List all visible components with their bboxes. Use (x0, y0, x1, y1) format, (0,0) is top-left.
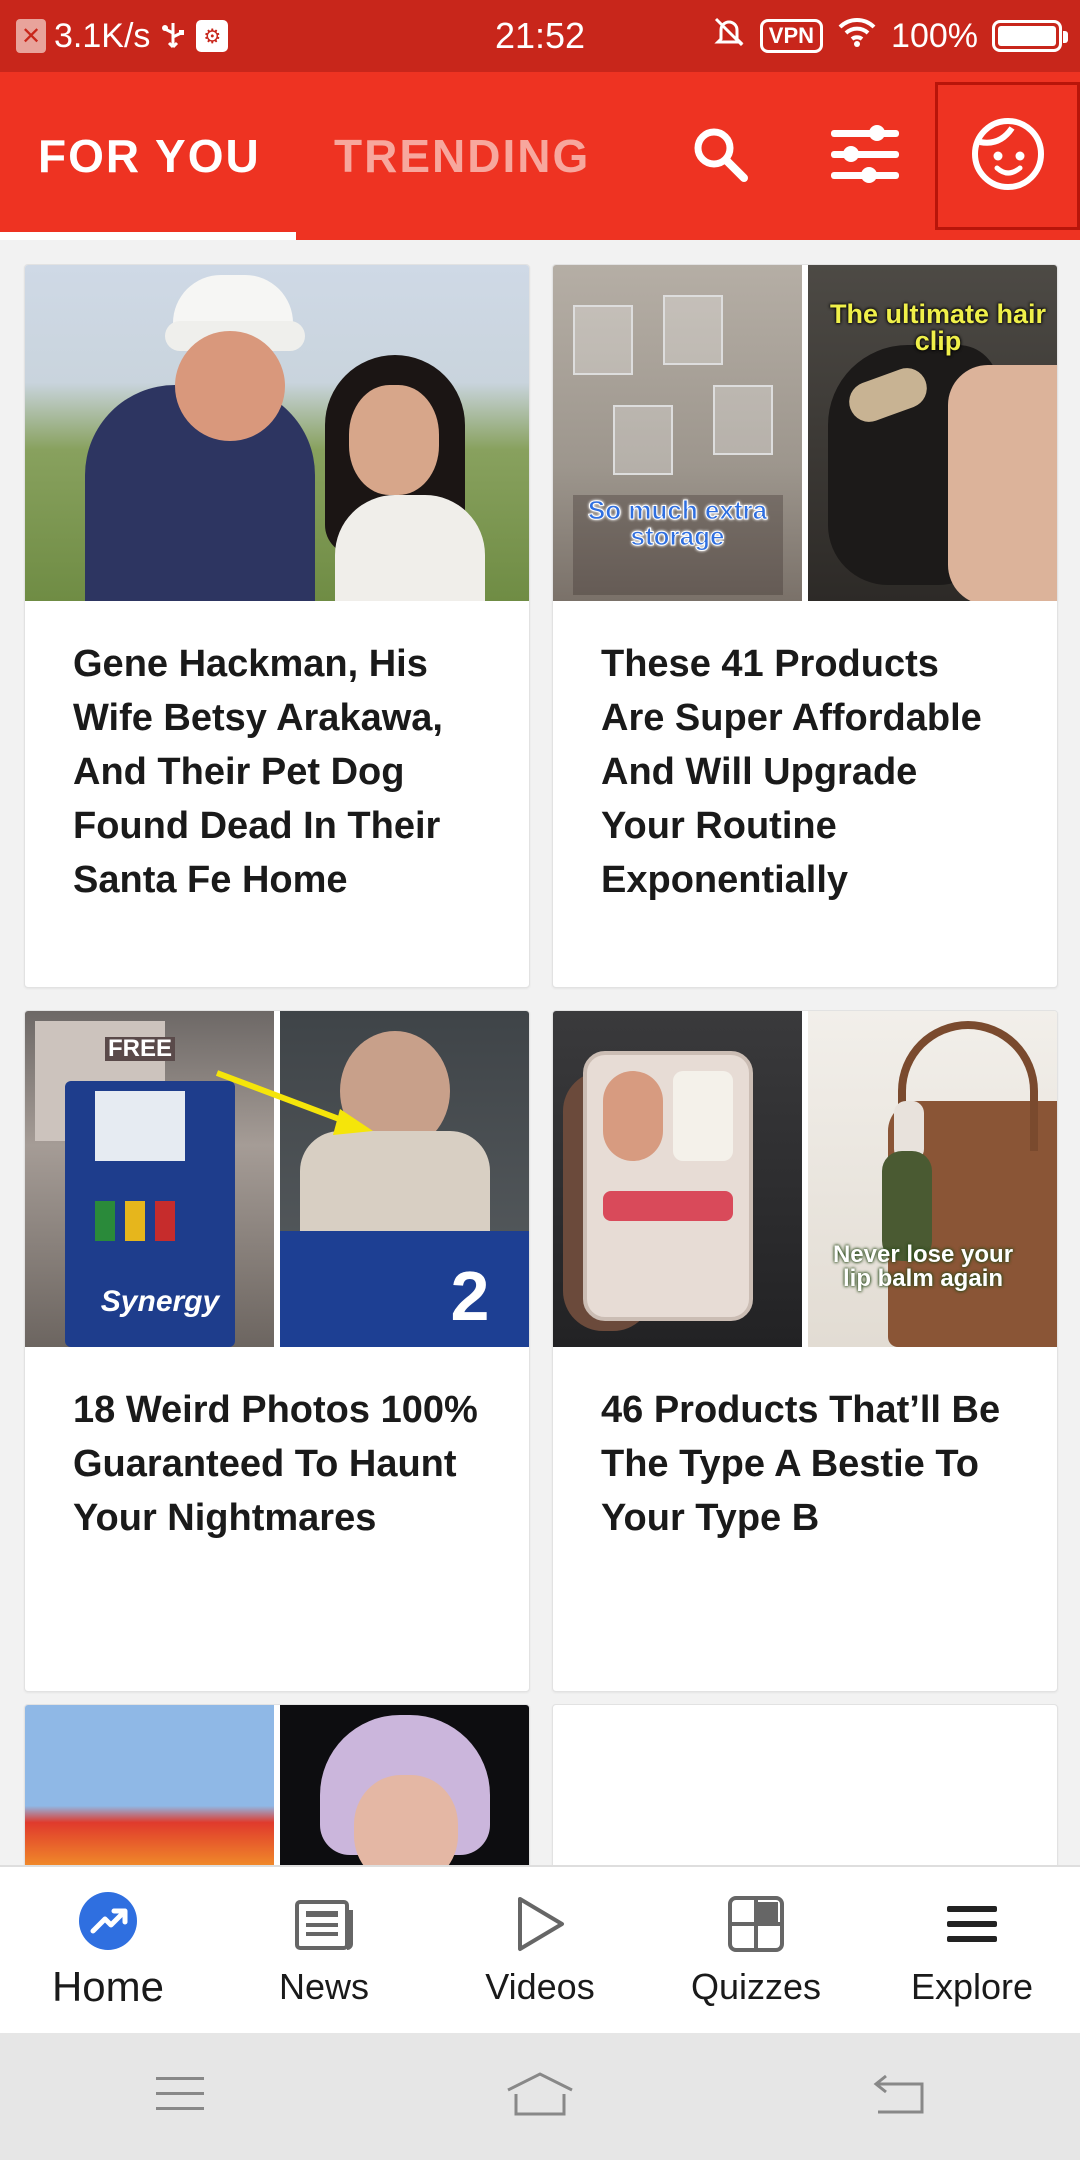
active-tab-indicator (0, 232, 296, 240)
arrow-annotation (215, 1070, 373, 1135)
play-icon (508, 1892, 572, 1956)
grid-icon (724, 1892, 788, 1956)
article-thumbnail: FREE Synergy 2 (25, 1011, 529, 1347)
status-left: ✕ 3.1K/s ⚙ (16, 0, 229, 72)
nav-quizzes[interactable]: Quizzes (648, 1867, 864, 2033)
article-thumbnail: Never lose your lip balm again (553, 1011, 1057, 1347)
tab-for-you[interactable]: FOR YOU (38, 72, 261, 240)
thumbnail-left (25, 1705, 274, 1865)
filter-button[interactable] (820, 72, 910, 240)
article-card[interactable]: FREE Synergy 2 18 Weird Photos 100% Guar… (24, 1010, 530, 1692)
article-thumbnail (25, 265, 529, 601)
nav-label: Quizzes (690, 1966, 822, 2007)
nav-label: Home (51, 1963, 165, 2010)
nav-label: News (278, 1966, 370, 2007)
image-caption: The ultimate hair clip (829, 299, 1047, 356)
recents-button[interactable] (100, 2047, 260, 2147)
article-feed: Gene Hackman, His Wife Betsy Arakawa, An… (0, 240, 1080, 1865)
battery-percent: 100% (891, 16, 978, 55)
recents-icon (154, 2074, 206, 2119)
article-title: 18 Weird Photos 100% Guaranteed To Haunt… (73, 1389, 478, 1539)
system-navigation (0, 2033, 1080, 2160)
app-header: FOR YOU TRENDING (0, 72, 1080, 240)
bell-muted-icon (712, 15, 746, 58)
thumbnail-right: The ultimate hair clip (808, 265, 1057, 601)
article-card[interactable]: Gene Hackman, His Wife Betsy Arakawa, An… (24, 264, 530, 988)
home-button[interactable] (460, 2047, 620, 2147)
thumbnail-left: So much extra storage (553, 265, 802, 601)
nav-videos[interactable]: Videos (432, 1867, 648, 2033)
image-text: Synergy (100, 1285, 220, 1318)
trending-up-icon (76, 1889, 140, 1953)
nav-news[interactable]: News (216, 1867, 432, 2033)
usb-icon (158, 19, 188, 53)
article-title: Gene Hackman, His Wife Betsy Arakawa, An… (73, 643, 443, 901)
image-caption: Never lose your lip balm again (832, 1241, 1014, 1292)
net-speed: 3.1K/s (54, 16, 151, 55)
back-button[interactable] (820, 2047, 980, 2147)
filter-sliders-icon (829, 122, 901, 191)
battery-icon (992, 20, 1068, 52)
status-bar: ✕ 3.1K/s ⚙ 21:52 VPN 100% (0, 0, 1080, 72)
article-card[interactable]: So much extra storage The ultimate hair … (552, 264, 1058, 988)
article-thumbnail: So much extra storage The ultimate hair … (553, 265, 1057, 601)
nav-home[interactable]: Home (0, 1867, 216, 2033)
thumbnail-left: FREE Synergy (25, 1011, 274, 1347)
wifi-icon (837, 16, 877, 57)
menu-icon (940, 1892, 1004, 1956)
image-text: FREE (105, 1037, 175, 1061)
article-thumbnail (25, 1705, 529, 1865)
image-text: 2 (450, 1257, 490, 1335)
back-icon (872, 2072, 928, 2121)
thumbnail-right: Never lose your lip balm again (808, 1011, 1057, 1347)
image-caption: So much extra storage (587, 495, 768, 551)
nav-label: Explore (910, 1966, 1034, 2007)
thumbnail-right: 2 (280, 1011, 529, 1347)
article-card[interactable]: Never lose your lip balm again 46 Produc… (552, 1010, 1058, 1692)
bottom-navigation: Home News Videos Quizzes Explore (0, 1865, 1080, 2033)
nav-explore[interactable]: Explore (864, 1867, 1080, 2033)
tab-trending[interactable]: TRENDING (334, 72, 590, 240)
vpn-badge: VPN (759, 19, 824, 53)
newspaper-icon (292, 1892, 356, 1956)
article-title: 46 Products That’ll Be The Type A Bestie… (601, 1389, 1001, 1539)
article-card[interactable] (552, 1704, 1058, 1865)
profile-face-icon (970, 116, 1046, 197)
thumbnail-left (553, 1011, 802, 1347)
usb-debug-icon: ⚙ (196, 20, 229, 52)
home-icon (504, 2070, 576, 2123)
profile-button[interactable] (935, 82, 1080, 230)
sim-off-icon: ✕ (16, 19, 46, 53)
article-title: These 41 Products Are Super Affordable A… (601, 643, 982, 901)
article-card[interactable] (24, 1704, 530, 1865)
thumbnail-right (280, 1705, 529, 1865)
app-root: ✕ 3.1K/s ⚙ 21:52 VPN 100% FOR YOU TRENDI… (0, 0, 1080, 2160)
search-button[interactable] (680, 72, 760, 240)
search-icon (690, 124, 750, 189)
nav-label: Videos (485, 1966, 595, 2007)
status-right: VPN 100% (712, 0, 1068, 72)
